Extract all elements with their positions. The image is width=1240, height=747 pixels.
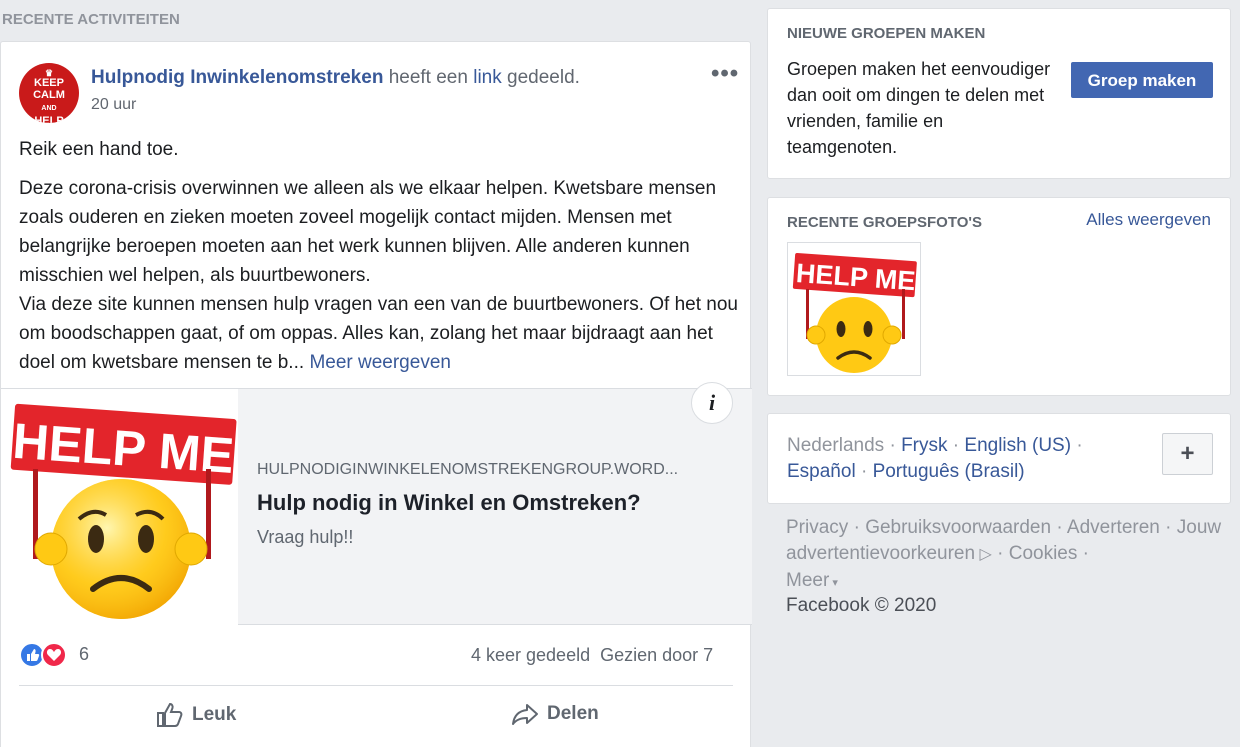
info-icon[interactable]: i [691,382,733,424]
share-arrow-icon [512,704,538,725]
create-group-description: Groepen maken het eenvoudiger dan ooit o… [787,59,1051,157]
divider [19,685,733,686]
footer-link-cookies[interactable]: Cookies [1009,543,1078,564]
reaction-count: 6 [79,644,90,664]
link-description: Vraag hulp!! [257,527,354,547]
shared-text-1: heeft een [388,67,468,88]
crown-icon: ♛ [44,68,54,78]
language-card: Nederlands · Frysk · English (US) · Espa… [767,413,1231,504]
group-photo-thumbnail[interactable]: HELP ME [787,242,921,376]
footer-link-advertise[interactable]: Adverteren [1067,517,1160,538]
author-avatar[interactable]: ♛ KEEP CALM AND HELP [19,63,79,123]
add-language-button[interactable]: + [1162,433,1213,475]
footer-link-privacy[interactable]: Privacy [786,517,848,538]
shared-text-2: gedeeld. [507,67,580,88]
shared-link[interactable]: link [473,67,502,88]
caret-down-icon: ▾ [829,577,838,589]
post-body: Reik een hand toe. Deze corona-crisis ov… [19,135,739,377]
language-link[interactable]: Español [787,461,856,482]
show-more-link[interactable]: Meer weergeven [309,352,451,373]
copyright: Facebook © 2020 [786,595,937,616]
create-group-title: NIEUWE GROEPEN MAKEN [787,25,986,42]
language-link[interactable]: English (US) [964,435,1071,456]
post-paragraph: Reik een hand toe. [19,139,179,160]
post-card: ♛ KEEP CALM AND HELP Hulpnodig Inwinkelenom… [0,41,752,747]
share-label: Delen [547,703,599,724]
recent-photos-card: RECENTE GROEPSFOTO'S Alles weergeven HEL… [767,197,1231,396]
post-time[interactable]: 20 uur [91,96,136,114]
thumbs-up-icon [157,702,183,727]
post-header: Hulpnodig Inwinkelenomstreken heeft een … [91,67,580,89]
share-count[interactable]: 4 keer gedeeld [471,645,590,665]
like-label: Leuk [192,704,237,725]
footer-link-terms[interactable]: Gebruiksvoorwaarden [865,517,1051,538]
ad-choices-icon: ▷ [975,546,992,563]
language-link[interactable]: Frysk [901,435,947,456]
link-image[interactable]: HELP ME [1,389,238,625]
link-domain[interactable]: HULPNODIGINWINKELENOMSTREKENGROUP.WORD..… [257,461,737,479]
share-button[interactable]: Delen [511,702,599,726]
create-group-button[interactable]: Groep maken [1071,62,1213,98]
footer-link-more[interactable]: Meer [786,570,829,591]
share-stats: 4 keer gedeeld Gezien door 7 [471,645,713,666]
like-button[interactable]: Leuk [156,702,236,728]
language-list: Nederlands · Frysk · English (US) · Espa… [787,435,1083,482]
avatar-text: KEEP CALM AND HELP [33,77,65,123]
link-preview[interactable]: HELP ME HULPNODIGINWINKELENOMSTREKENGROU… [1,382,752,625]
link-title[interactable]: Hulp nodig in Winkel en Omstreken? [257,490,641,516]
recent-photos-title: RECENTE GROEPSFOTO'S [787,214,982,231]
create-group-card: NIEUWE GROEPEN MAKEN Groepen maken het e… [767,8,1231,179]
language-link[interactable]: Português (Brasil) [873,461,1025,482]
author-name[interactable]: Hulpnodig Inwinkelenomstreken [91,67,383,88]
show-all-link[interactable]: Alles weergeven [1086,210,1211,230]
current-language: Nederlands [787,435,885,456]
love-reaction-icon [41,642,67,668]
seen-by[interactable]: Gezien door 7 [600,645,713,665]
section-title: RECENTE ACTIVITEITEN [2,11,180,28]
footer-links: Privacy · Gebruiksvoorwaarden · Adverter… [786,517,1222,591]
post-paragraph: Deze corona-crisis overwinnen we alleen … [19,178,738,373]
more-options-icon[interactable]: ••• [711,60,739,88]
